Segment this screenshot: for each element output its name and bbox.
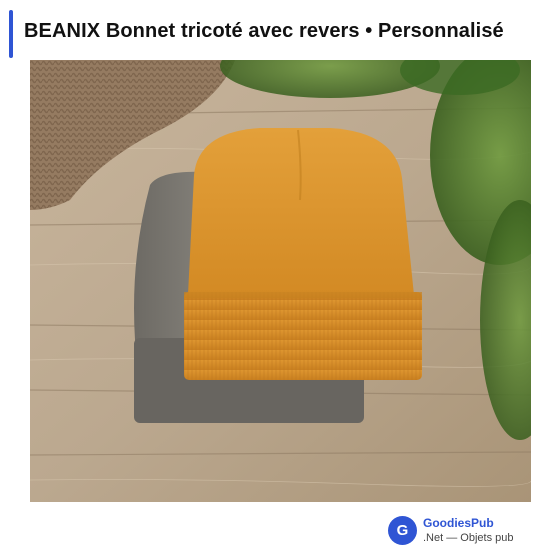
product-title: BEANIX Bonnet tricoté avec revers • Pers… <box>24 20 504 42</box>
brand-logo: G <box>388 516 417 545</box>
title-accent-bar <box>9 10 13 58</box>
product-image <box>30 60 531 502</box>
brand-tagline: .Net — Objets pub <box>423 532 514 544</box>
brand-name: GoodiesPub <box>423 516 494 530</box>
